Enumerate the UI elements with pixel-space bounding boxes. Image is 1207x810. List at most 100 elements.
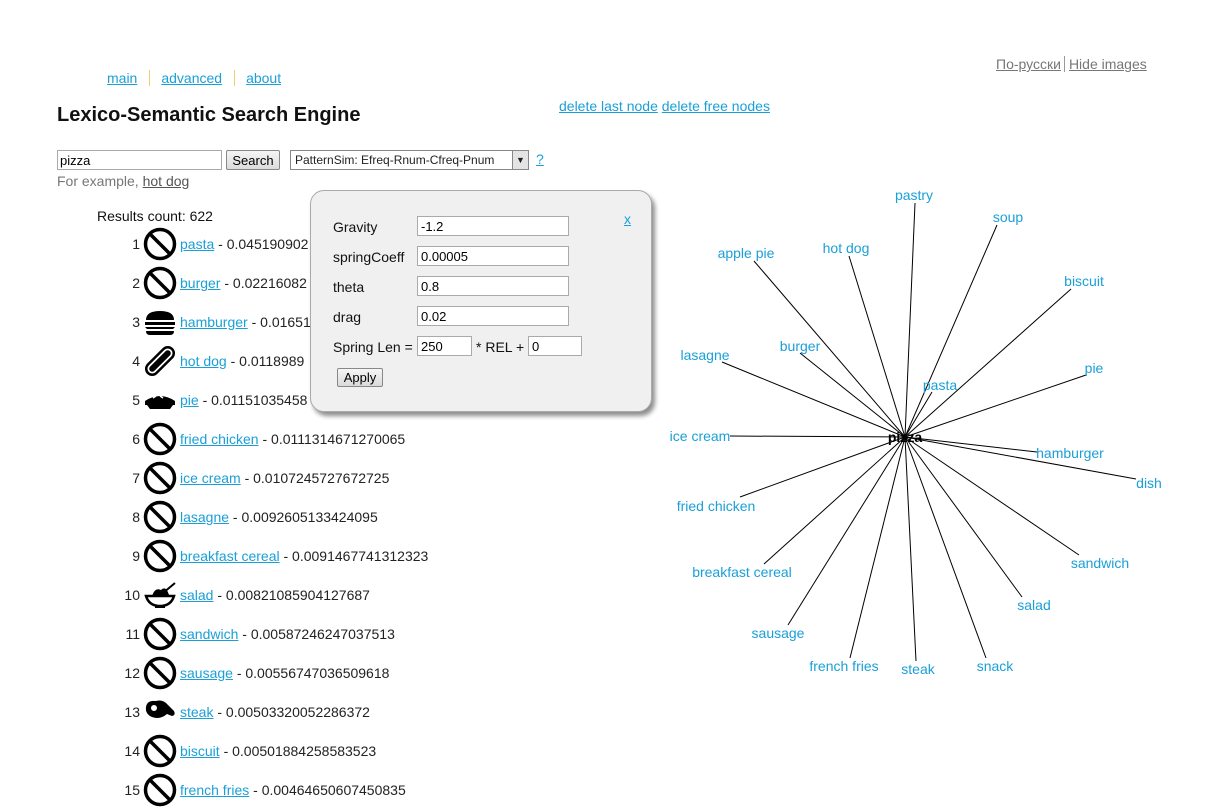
graph-edge: [904, 288, 1072, 438]
graph-node[interactable]: dish: [1136, 475, 1162, 491]
result-rank: 10: [124, 587, 140, 603]
chevron-down-icon[interactable]: ▼: [512, 151, 528, 169]
theta-field[interactable]: [417, 276, 569, 296]
graph-node[interactable]: french fries: [809, 658, 878, 674]
result-word-link[interactable]: lasagne: [180, 509, 229, 525]
example-prefix: For example,: [57, 173, 143, 189]
result-word-link[interactable]: pasta: [180, 236, 214, 252]
example-hint: For example, hot dog: [57, 173, 189, 189]
result-word-link[interactable]: salad: [180, 587, 213, 603]
result-text: steak - 0.00503320052286372: [180, 695, 370, 729]
result-text: hot dog - 0.0118989: [180, 344, 304, 378]
graph-node[interactable]: breakfast cereal: [692, 564, 792, 580]
search-button[interactable]: Search: [226, 150, 280, 170]
result-word-link[interactable]: biscuit: [180, 743, 220, 759]
gravity-label: Gravity: [333, 219, 378, 235]
result-score: - 0.045190902: [214, 236, 309, 252]
result-word-link[interactable]: hot dog: [180, 353, 227, 369]
result-text: hamburger - 0.01651: [180, 305, 311, 339]
graph-node[interactable]: pie: [1085, 360, 1104, 376]
apply-button[interactable]: Apply: [337, 368, 383, 387]
graph-node[interactable]: soup: [993, 209, 1024, 225]
spring-coeff-label: springCoeff: [333, 249, 405, 265]
spring-coeff-field[interactable]: [417, 246, 569, 266]
hide-images-link[interactable]: Hide images: [1069, 56, 1147, 72]
graph-edge: [904, 202, 916, 438]
result-score: - 0.01651: [247, 314, 311, 330]
divider: [1063, 56, 1065, 72]
result-rank: 3: [132, 314, 140, 330]
graph-node[interactable]: lasagne: [680, 347, 729, 363]
result-score: - 0.00821085904127687: [213, 587, 370, 603]
result-text: biscuit - 0.00501884258583523: [180, 734, 376, 768]
graph-center-node[interactable]: pizza: [888, 429, 922, 445]
graph-edge: [739, 436, 906, 498]
rel-label: * REL +: [476, 339, 525, 355]
graph-edge: [729, 435, 906, 438]
graph-node[interactable]: hot dog: [823, 240, 870, 256]
graph-node[interactable]: sausage: [752, 625, 805, 641]
delete-free-nodes-link[interactable]: delete free nodes: [662, 98, 770, 114]
result-score: - 0.0111314671270065: [258, 431, 406, 447]
delete-last-node-link[interactable]: delete last node: [559, 98, 658, 114]
divider: [234, 70, 236, 86]
result-word-link[interactable]: pie: [180, 392, 199, 408]
nav-advanced-link[interactable]: advanced: [161, 70, 222, 86]
graph-node[interactable]: biscuit: [1064, 273, 1104, 289]
graph-node[interactable]: pasta: [923, 377, 957, 393]
search-input[interactable]: [57, 150, 222, 170]
graph-edge: [904, 436, 1038, 453]
result-word-link[interactable]: sandwich: [180, 626, 238, 642]
result-text: french fries - 0.00464650607450835: [180, 773, 406, 807]
result-word-link[interactable]: steak: [180, 704, 213, 720]
drag-label: drag: [333, 309, 362, 325]
result-word-link[interactable]: french fries: [180, 782, 249, 798]
result-word-link[interactable]: hamburger: [180, 314, 248, 330]
example-link[interactable]: hot dog: [143, 173, 190, 189]
no-image-icon: [143, 266, 177, 300]
result-word-link[interactable]: fried chicken: [180, 431, 259, 447]
graph-node[interactable]: sandwich: [1071, 555, 1129, 571]
graph-node[interactable]: hamburger: [1036, 445, 1104, 461]
graph-node[interactable]: snack: [977, 658, 1015, 674]
graph-node[interactable]: fried chicken: [677, 498, 756, 514]
graph-node[interactable]: pastry: [895, 187, 933, 203]
result-score: - 0.02216082: [220, 275, 307, 291]
result-score: - 0.0118989: [226, 353, 305, 369]
graph-node[interactable]: salad: [1017, 597, 1050, 613]
graph-node[interactable]: burger: [780, 338, 821, 354]
graph-edge: [787, 436, 906, 626]
graph-node[interactable]: apple pie: [718, 245, 775, 261]
result-word-link[interactable]: breakfast cereal: [180, 548, 280, 564]
result-word-link[interactable]: ice cream: [180, 470, 241, 486]
graph-node[interactable]: steak: [901, 661, 935, 677]
result-score: - 0.00464650607450835: [249, 782, 406, 798]
nav-main-link[interactable]: main: [107, 70, 137, 86]
result-word-link[interactable]: sausage: [180, 665, 233, 681]
top-nav: main advanced about: [107, 70, 281, 86]
result-word-link[interactable]: burger: [180, 275, 220, 291]
russian-language-link[interactable]: По-русски: [996, 56, 1061, 72]
close-link[interactable]: x: [624, 211, 631, 227]
result-text: pasta - 0.045190902: [180, 227, 308, 261]
result-rank: 5: [132, 392, 140, 408]
result-rank: 15: [124, 782, 140, 798]
result-score: - 0.00501884258583523: [219, 743, 377, 759]
no-image-icon: [143, 617, 177, 651]
rel-offset-field[interactable]: [528, 336, 582, 356]
method-select[interactable]: PatternSim: Efreq-Rnum-Cfreq-Pnum ▼: [290, 150, 529, 170]
physics-settings-panel: x Gravity springCoeff theta drag Spring …: [310, 190, 652, 412]
help-link[interactable]: ?: [536, 151, 544, 167]
drag-field[interactable]: [417, 306, 569, 326]
graph-edge: [763, 436, 906, 565]
graph-node[interactable]: ice cream: [670, 428, 731, 444]
result-text: sausage - 0.00556747036509618: [180, 656, 389, 690]
results-count: Results count: 622: [97, 208, 213, 224]
result-rank: 11: [125, 626, 140, 642]
gravity-field[interactable]: [417, 216, 569, 236]
result-score: - 0.0091467741312323: [279, 548, 429, 564]
graph-edge: [904, 436, 917, 662]
nav-about-link[interactable]: about: [246, 70, 281, 86]
spring-len-field[interactable]: [417, 336, 472, 356]
result-text: breakfast cereal - 0.0091467741312323: [180, 539, 428, 573]
